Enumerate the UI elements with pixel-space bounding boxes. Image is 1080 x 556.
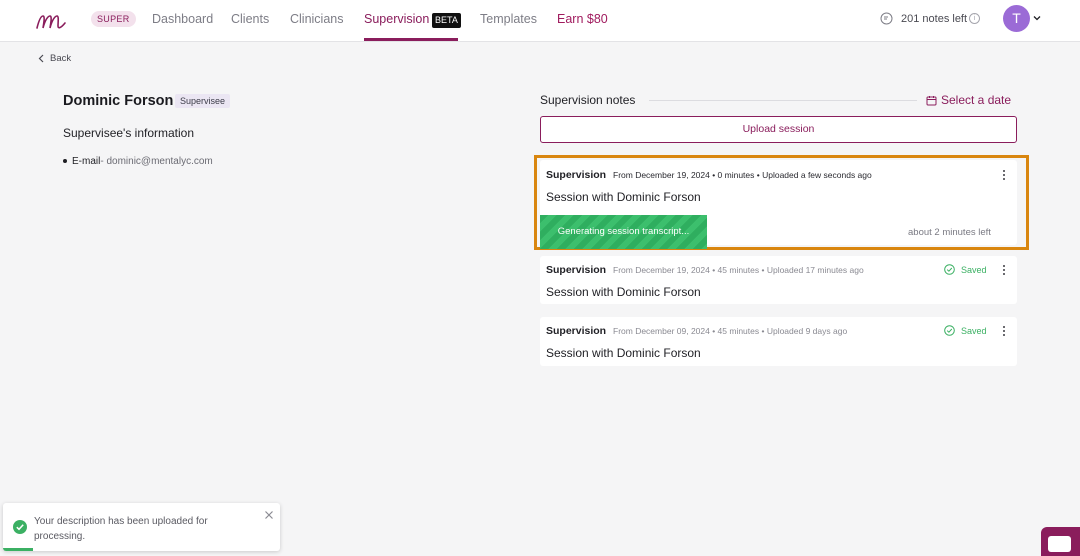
nav-earn-referral[interactable]: Earn $80 [557,12,608,26]
toast-message: Your description has been uploaded for p… [34,516,208,542]
chevron-down-icon[interactable] [1033,14,1041,22]
session-type: Supervision [546,325,607,337]
beta-badge: BETA [432,13,461,28]
email-label: E-mail [72,156,101,167]
super-badge: SUPER [91,11,136,27]
time-left: about 2 minutes left [908,227,991,238]
notes-left-count: 201 notes left [901,13,968,25]
back-label: Back [50,53,72,64]
more-options-icon[interactable] [1000,324,1008,338]
notes-credit-icon [880,12,893,25]
user-avatar[interactable]: T [1003,5,1030,32]
session-type: Supervision [546,169,607,181]
bullet [63,159,67,164]
supervisee-name: Dominic Forson [63,93,174,109]
saved-label: Saved [961,325,987,336]
back-link[interactable]: Back [38,53,71,64]
session-meta: From December 19, 2024 • 45 minutes • Up… [613,265,864,275]
supervisee-role-badge: Supervisee [175,94,231,108]
session-card[interactable]: Supervision From December 19, 2024 • 0 m… [540,160,1017,249]
nav-clients[interactable]: Clients [231,12,269,26]
email-value: dominic@mentalyc.com [106,156,213,167]
check-circle-icon [944,325,955,336]
supervisee-info-heading: Supervisee's information [63,126,195,140]
chevron-left-icon [38,54,44,63]
supervision-notes-title: Supervision notes [540,93,636,107]
select-date-button[interactable]: Select a date [926,93,1011,107]
session-card[interactable]: Supervision From December 19, 2024 • 45 … [540,256,1017,304]
supervisee-email-row: E-mail- dominic@mentalyc.com [63,156,213,167]
divider [649,100,917,101]
active-tab-indicator [364,38,458,41]
transcript-progress-bar: Generating session transcript... [540,215,707,249]
info-icon[interactable]: i [969,13,980,24]
session-title: Session with Dominic Forson [546,285,701,299]
select-date-label: Select a date [941,93,1012,107]
close-icon[interactable] [264,510,274,520]
nav-supervision[interactable]: Supervision [364,12,429,26]
success-check-icon [13,520,27,534]
nav-clinicians[interactable]: Clinicians [290,12,344,26]
session-meta: From December 19, 2024 • 0 minutes • Upl… [613,170,872,180]
more-options-icon[interactable] [1000,263,1008,277]
nav-templates[interactable]: Templates [480,12,537,26]
toast-timer-bar [3,548,33,551]
upload-toast: Your description has been uploaded for p… [3,503,280,551]
saved-status: Saved [944,325,987,336]
mentalyc-logo[interactable] [34,6,68,34]
session-title: Session with Dominic Forson [546,190,701,204]
session-meta: From December 09, 2024 • 45 minutes • Up… [613,326,848,336]
more-options-icon[interactable] [1000,168,1008,182]
chat-bubble-icon [1048,536,1071,552]
nav-dashboard[interactable]: Dashboard [152,12,213,26]
session-title: Session with Dominic Forson [546,346,701,360]
top-navigation: SUPER Dashboard Clients Clinicians Super… [0,0,1080,42]
saved-label: Saved [961,264,987,275]
session-type: Supervision [546,264,607,276]
check-circle-icon [944,264,955,275]
session-card[interactable]: Supervision From December 09, 2024 • 45 … [540,317,1017,366]
upload-session-button[interactable]: Upload session [540,116,1017,143]
chat-launcher-button[interactable] [1041,527,1080,556]
saved-status: Saved [944,264,987,275]
calendar-icon [926,95,937,105]
